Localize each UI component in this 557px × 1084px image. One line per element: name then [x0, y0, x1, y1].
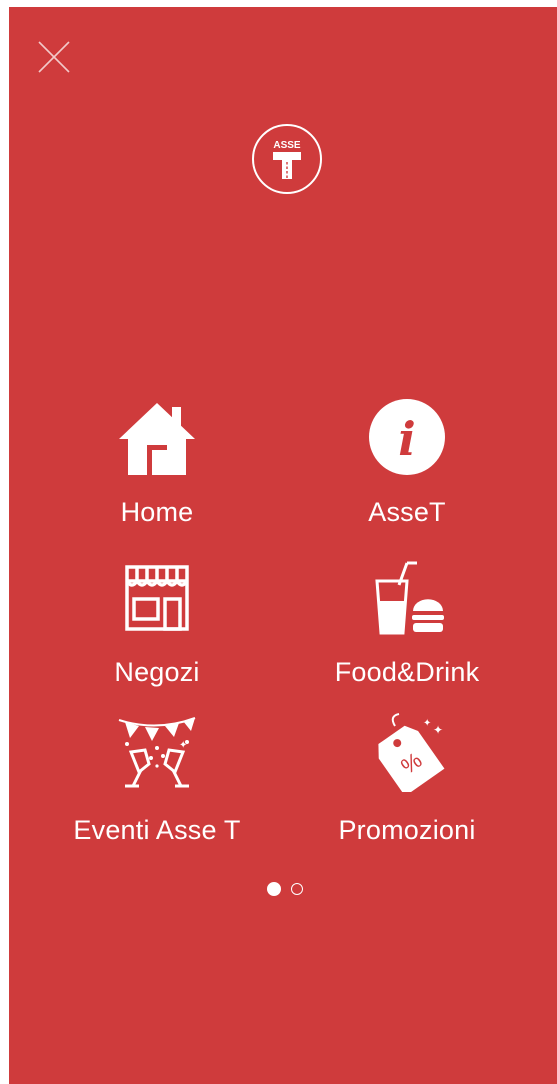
menu-item-eventi[interactable]: ✦ Eventi Asse T — [37, 707, 277, 857]
svg-text:✦: ✦ — [423, 718, 431, 729]
logo-text: ASSE — [273, 140, 301, 151]
info-icon: i — [367, 397, 447, 477]
menu-item-label: Negozi — [114, 657, 200, 687]
menu-item-label: Eventi Asse T — [73, 815, 241, 845]
party-icon: ✦ — [117, 712, 197, 792]
svg-text:✦: ✦ — [179, 740, 187, 751]
close-button[interactable] — [36, 39, 72, 75]
menu-item-label: AsseT — [368, 497, 446, 527]
menu-item-label: Food&Drink — [334, 657, 480, 687]
svg-text:✦: ✦ — [433, 723, 443, 737]
house-icon — [117, 397, 197, 477]
page-dot[interactable] — [291, 883, 303, 895]
food-drink-icon — [367, 557, 447, 637]
svg-text:i: i — [398, 412, 415, 466]
menu-item-negozi[interactable]: Negozi — [37, 552, 277, 702]
menu-item-asset[interactable]: i AsseT — [287, 392, 527, 542]
shop-icon — [117, 557, 197, 637]
asset-logo: ASSE — [251, 123, 323, 195]
menu-item-label: Promozioni — [338, 815, 476, 845]
menu-item-label: Home — [120, 497, 194, 527]
page-dot-active[interactable] — [267, 882, 281, 896]
menu-item-food-drink[interactable]: Food&Drink — [287, 552, 527, 702]
menu-item-promozioni[interactable]: % ✦ ✦ Promozioni — [287, 707, 527, 857]
menu-item-home[interactable]: Home — [37, 392, 277, 542]
menu-screen: ASSE Home i AsseT Negozi Food&Drink ✦ Ev… — [9, 7, 557, 1084]
close-icon — [38, 41, 70, 73]
tag-percent-icon: % ✦ ✦ — [367, 712, 447, 792]
